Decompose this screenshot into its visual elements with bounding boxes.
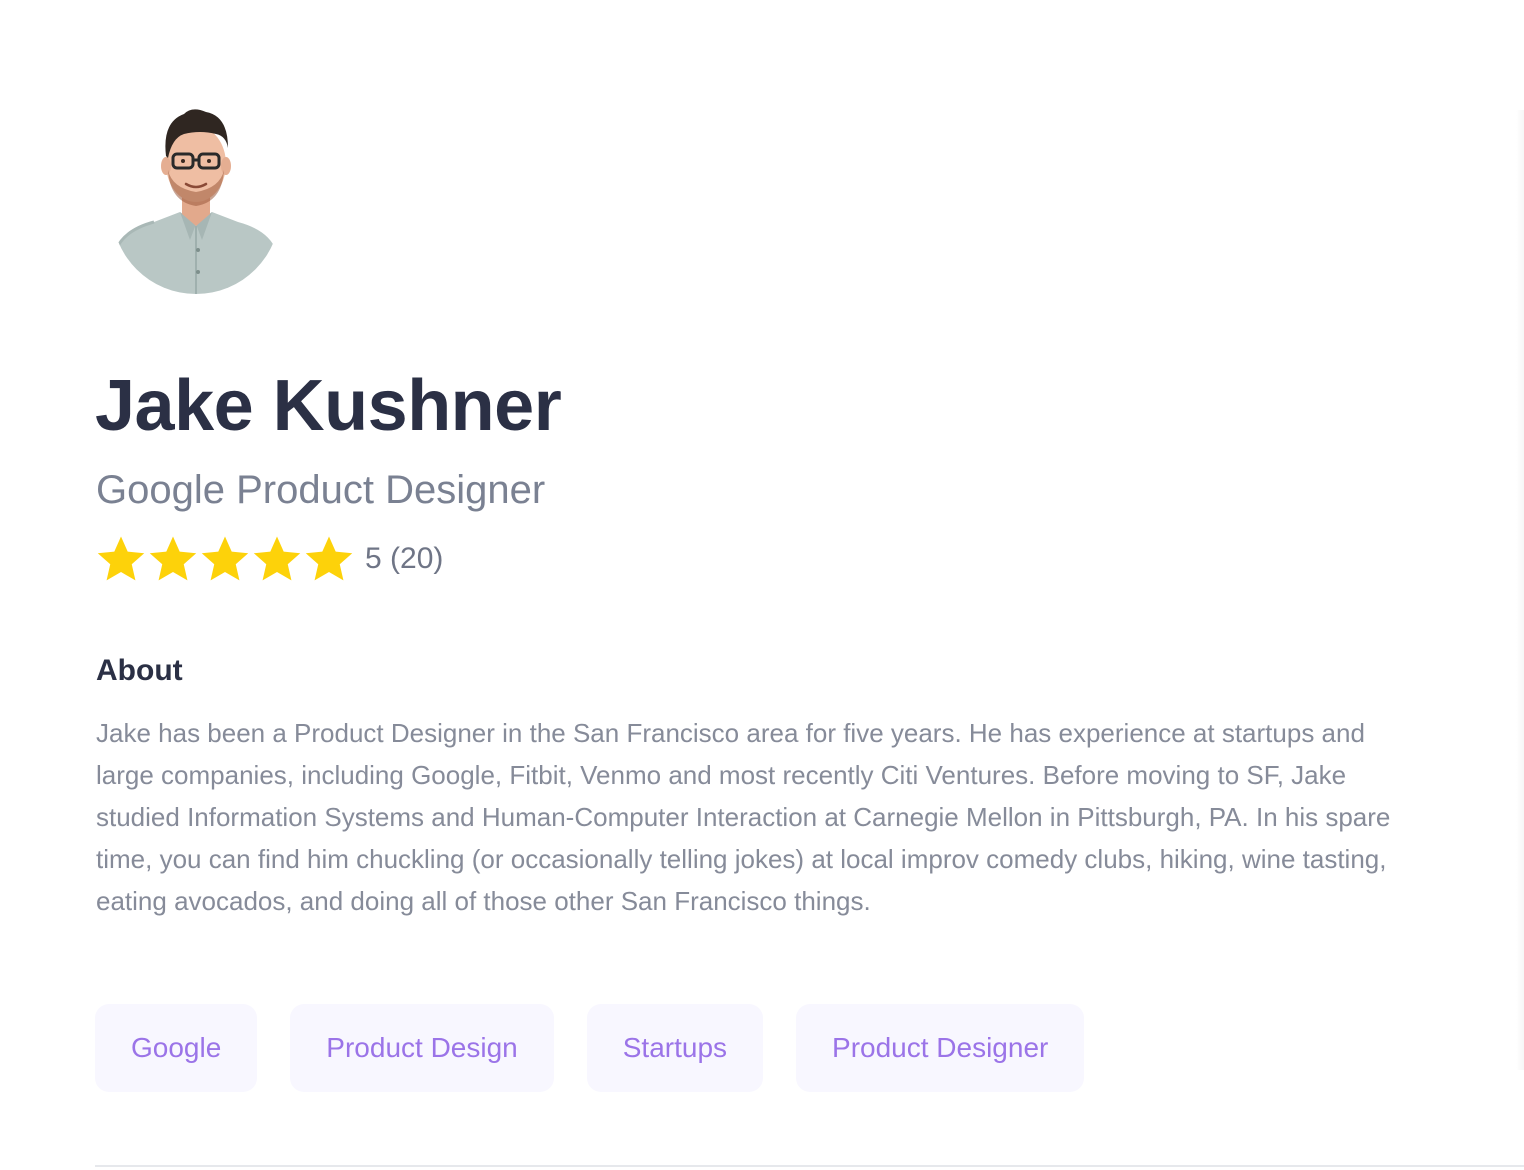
profile-page: Jake Kushner Google Product Designer 5 (… <box>0 0 1524 1170</box>
divider <box>95 1165 1524 1167</box>
tag-product-design[interactable]: Product Design <box>290 1004 554 1092</box>
tag-product-designer[interactable]: Product Designer <box>796 1004 1085 1092</box>
rating: 5 (20) <box>95 530 443 588</box>
rating-stars <box>95 533 355 585</box>
tag-startups[interactable]: Startups <box>586 1004 764 1092</box>
profile-name: Jake Kushner <box>95 366 562 446</box>
profile-headline: Google Product Designer <box>96 468 546 512</box>
star-icon <box>147 533 199 585</box>
star-icon <box>95 533 147 585</box>
rating-summary: 5 (20) <box>365 542 444 575</box>
about-heading: About <box>96 654 183 687</box>
star-icon <box>251 533 303 585</box>
tag-list: Google Product Design Startups Product D… <box>95 1004 1085 1092</box>
star-icon <box>303 533 355 585</box>
about-body: Jake has been a Product Designer in the … <box>96 718 1391 916</box>
scroll-edge-shadow <box>1516 110 1524 1070</box>
tag-google[interactable]: Google <box>95 1004 258 1092</box>
star-icon <box>199 533 251 585</box>
avatar <box>110 100 282 294</box>
